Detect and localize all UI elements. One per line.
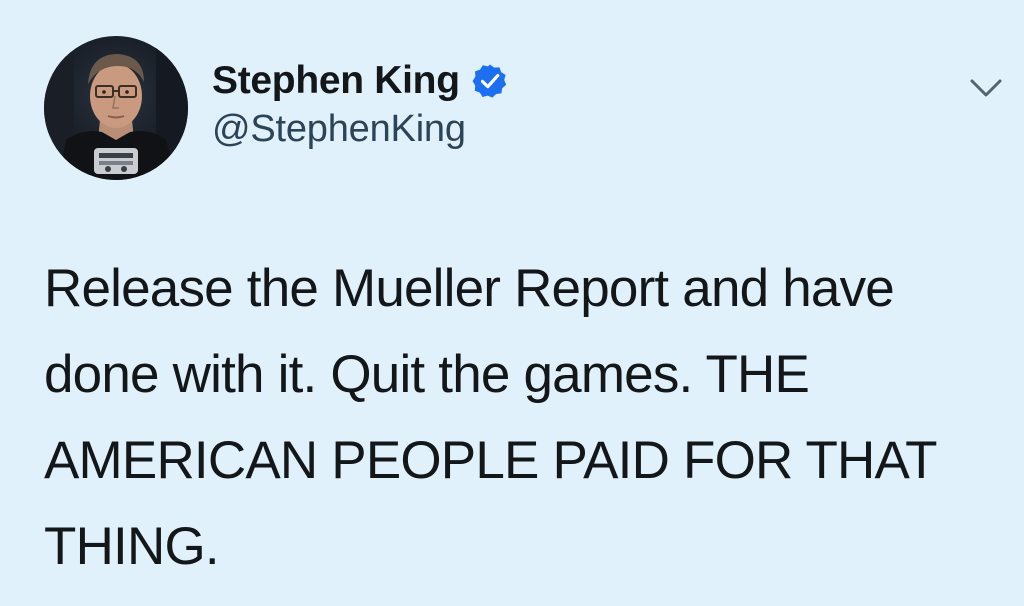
tweet-text-line: Release the Mueller Report and have [44,259,895,318]
tweet-card: Stephen King @StephenKing Release the Mu… [0,0,1024,606]
chevron-down-icon[interactable] [968,76,1004,100]
tweet-text: Release the Mueller Report and have done… [44,246,1004,590]
avatar-photo [44,36,188,180]
tweet-text-line: done with it. Quit the games. THE [44,345,810,404]
author-name-row: Stephen King [212,56,508,106]
tweet-text-line: THING. [44,517,220,576]
verified-badge-icon [472,64,506,98]
avatar[interactable] [44,36,188,180]
author-display-name[interactable]: Stephen King [212,59,460,103]
author-handle[interactable]: @StephenKing [212,108,466,151]
tweet-text-line: AMERICAN PEOPLE PAID FOR THAT [44,431,937,490]
